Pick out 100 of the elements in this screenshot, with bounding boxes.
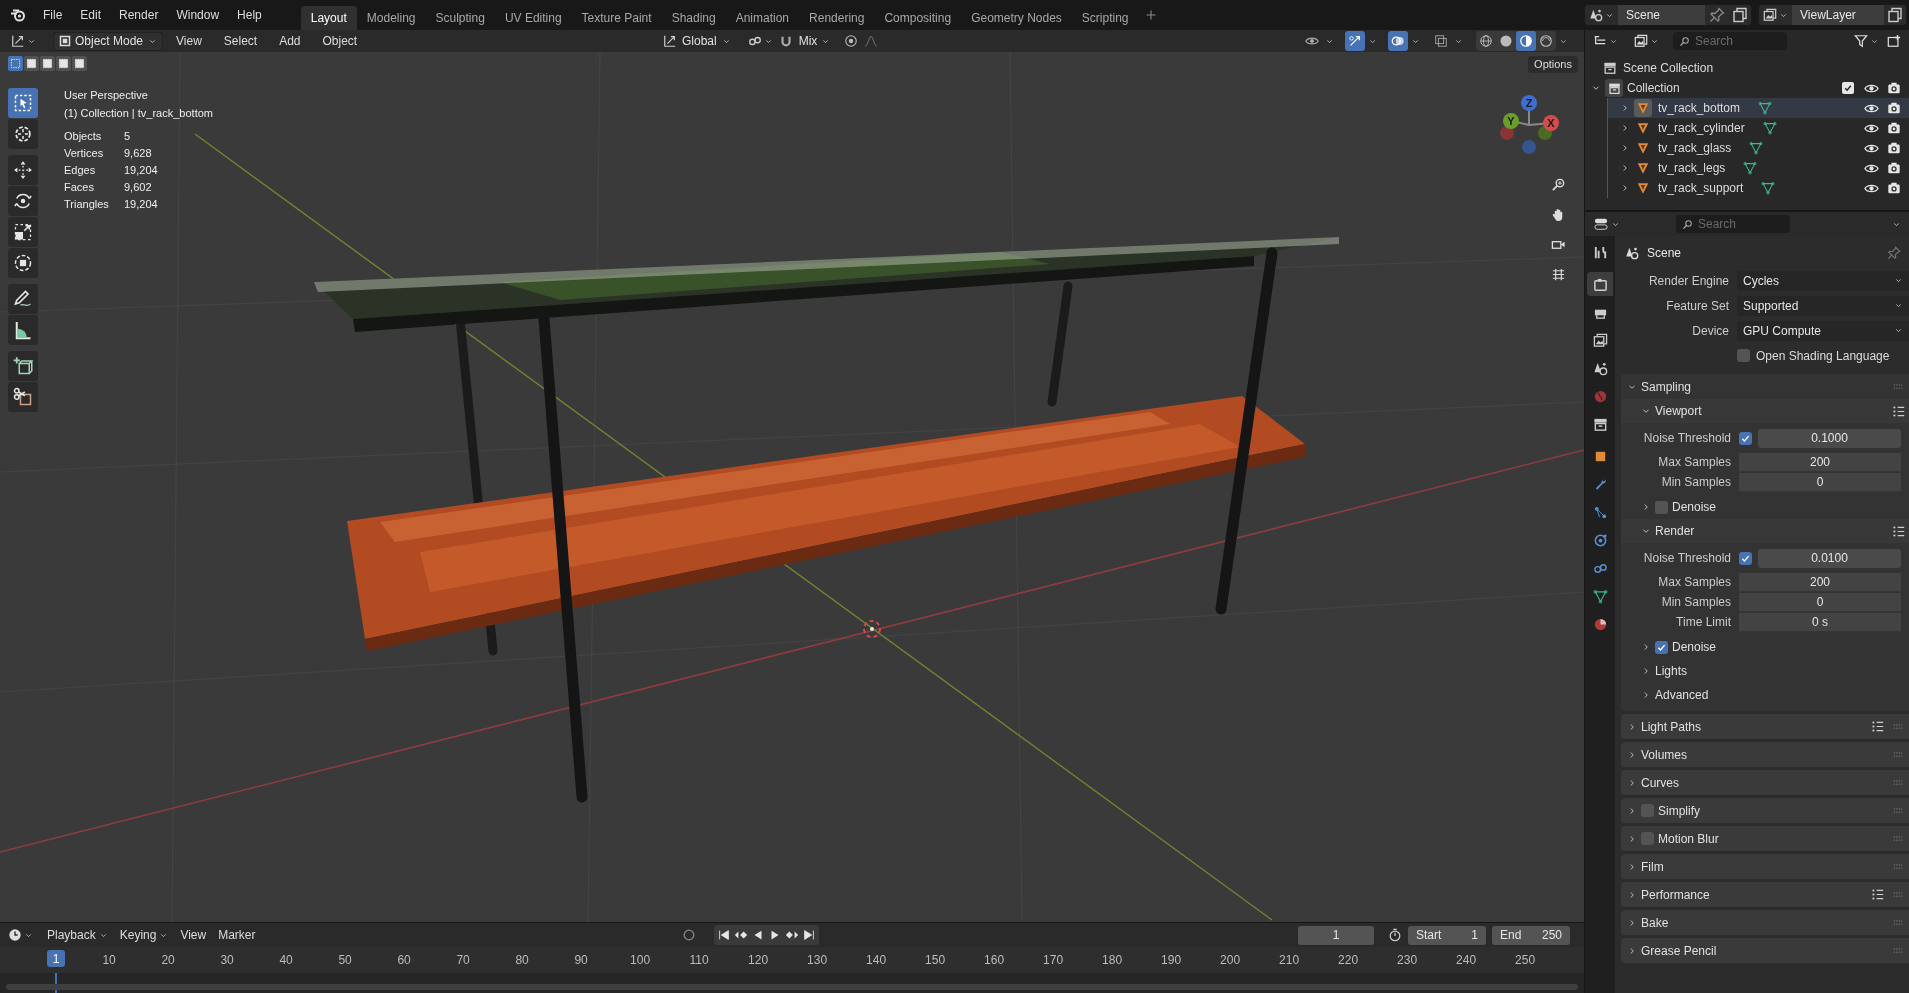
- jump-to-start-icon[interactable]: [716, 928, 731, 942]
- tool-button[interactable]: [8, 186, 38, 216]
- panel-header[interactable]: Denoise: [1621, 495, 1909, 519]
- menu-item[interactable]: Edit: [71, 4, 111, 26]
- negative-axis-handle[interactable]: [1522, 140, 1536, 154]
- camera-icon[interactable]: [1887, 81, 1901, 95]
- panel-header[interactable]: Viewport: [1621, 399, 1909, 423]
- orientation-dropdown[interactable]: Global: [660, 31, 734, 51]
- end-frame-field[interactable]: End 250: [1492, 925, 1570, 945]
- number-field[interactable]: 0.0100: [1758, 548, 1901, 568]
- workspace-tab[interactable]: Sculpting: [425, 6, 495, 30]
- jump-to-end-icon[interactable]: [801, 928, 816, 942]
- checkbox[interactable]: [1739, 431, 1752, 445]
- checkbox[interactable]: [1655, 500, 1668, 514]
- scrollbar[interactable]: [6, 984, 1578, 990]
- search-field[interactable]: Search: [1673, 32, 1787, 50]
- selection-mode-button[interactable]: [40, 56, 55, 71]
- panel-header[interactable]: Light Paths: [1621, 714, 1909, 739]
- dropdown[interactable]: Cycles: [1737, 270, 1909, 291]
- tool-button[interactable]: [8, 315, 38, 345]
- panel-header[interactable]: Advanced: [1621, 683, 1909, 707]
- toggle-button[interactable]: [1388, 31, 1408, 51]
- selection-mode-button[interactable]: [24, 56, 39, 71]
- new-collection-icon[interactable]: [1887, 34, 1901, 48]
- workspace-tab[interactable]: Shading: [661, 6, 726, 30]
- camera-icon[interactable]: [1887, 101, 1901, 115]
- search-field[interactable]: Search: [1676, 215, 1790, 233]
- workspace-tab[interactable]: Texture Paint: [571, 6, 662, 30]
- panel-header[interactable]: Lights: [1621, 659, 1909, 683]
- negative-axis-handle[interactable]: [1500, 126, 1514, 140]
- camera-icon[interactable]: [1887, 181, 1901, 195]
- checkbox[interactable]: [1842, 82, 1854, 94]
- dropdown[interactable]: GPU Compute: [1737, 320, 1909, 341]
- panel-header[interactable]: Motion Blur: [1621, 826, 1909, 851]
- snap-dropdown[interactable]: Mix: [798, 31, 831, 51]
- outliner-row[interactable]: tv_rack_support: [1608, 178, 1909, 198]
- checkbox[interactable]: [1655, 640, 1668, 654]
- falloff-icon[interactable]: [864, 34, 879, 48]
- number-field[interactable]: 0.1000: [1758, 428, 1901, 448]
- presets-icon[interactable]: [1871, 888, 1884, 901]
- panel-header[interactable]: Grease Pencil: [1621, 938, 1909, 963]
- presets-icon[interactable]: [1871, 720, 1884, 733]
- tree-item[interactable]: Scene Collection: [1623, 59, 1714, 77]
- tool-button[interactable]: [8, 155, 38, 185]
- editor-type-button[interactable]: [1593, 217, 1620, 231]
- properties-tab[interactable]: [1587, 272, 1613, 296]
- menu-item[interactable]: Keying: [113, 926, 175, 944]
- tool-button[interactable]: [8, 217, 38, 247]
- menu-item[interactable]: Help: [228, 4, 271, 26]
- panel-header[interactable]: Sampling: [1621, 374, 1909, 399]
- workspace-tab[interactable]: Geometry Nodes: [961, 6, 1072, 30]
- outliner-row[interactable]: tv_rack_glass: [1608, 138, 1909, 158]
- panel-header[interactable]: Performance: [1621, 882, 1909, 907]
- display-mode-button[interactable]: [1634, 34, 1659, 48]
- mesh-icon[interactable]: [1762, 121, 1777, 135]
- workspace-tab[interactable]: Compositing: [874, 6, 962, 30]
- axis-handle[interactable]: [1503, 113, 1519, 129]
- workspace-tab[interactable]: Layout: [300, 6, 357, 30]
- checkbox[interactable]: [1641, 804, 1654, 817]
- panel-header[interactable]: Volumes: [1621, 742, 1909, 767]
- camera-icon[interactable]: [1887, 141, 1901, 155]
- tool-button[interactable]: [8, 88, 38, 118]
- number-field[interactable]: 200: [1739, 572, 1901, 592]
- record-icon[interactable]: [681, 928, 696, 942]
- workspace-tab[interactable]: Animation: [725, 6, 800, 30]
- tree-item[interactable]: Collection: [1627, 79, 1680, 97]
- magnet-icon[interactable]: [778, 34, 793, 48]
- workspace-tab[interactable]: Modeling: [356, 6, 426, 30]
- panel-header[interactable]: Curves: [1621, 770, 1909, 795]
- menu-item[interactable]: Playback: [41, 926, 114, 944]
- logo-icon[interactable]: [10, 7, 26, 23]
- workspace-tab[interactable]: UV Editing: [494, 6, 572, 30]
- mesh-icon[interactable]: [1761, 181, 1776, 195]
- axis-handle[interactable]: [1543, 115, 1559, 131]
- menu-item[interactable]: Add: [270, 32, 310, 50]
- number-field[interactable]: 200: [1739, 452, 1901, 472]
- camera-icon[interactable]: [1887, 121, 1901, 135]
- panel-header[interactable]: Film: [1621, 854, 1909, 879]
- number-field[interactable]: 0: [1739, 472, 1901, 492]
- menu-item[interactable]: View: [174, 926, 213, 944]
- pin-icon[interactable]: [1887, 246, 1901, 260]
- mesh-icon[interactable]: [1743, 161, 1758, 175]
- panel-header[interactable]: Render: [1621, 519, 1909, 543]
- outliner-row[interactable]: tv_rack_legs: [1608, 158, 1909, 178]
- presets-icon[interactable]: [1892, 404, 1905, 418]
- menu-item[interactable]: File: [34, 4, 72, 26]
- panel-header[interactable]: Simplify: [1621, 798, 1909, 823]
- proportional-icon[interactable]: [844, 34, 859, 48]
- tool-button[interactable]: [8, 351, 38, 381]
- options-button[interactable]: Options: [1528, 56, 1578, 73]
- start-frame-field[interactable]: Start 1: [1408, 925, 1486, 945]
- toggle-button[interactable]: [1345, 31, 1365, 51]
- presets-icon[interactable]: [1892, 524, 1905, 538]
- workspace-tab[interactable]: Scripting: [1071, 6, 1139, 30]
- mode-dropdown[interactable]: Object Mode: [53, 31, 163, 51]
- panel-header[interactable]: Bake: [1621, 910, 1909, 935]
- workspace-tab[interactable]: Rendering: [799, 6, 875, 30]
- number-field[interactable]: 0: [1739, 592, 1901, 612]
- selection-mode-button[interactable]: [72, 56, 87, 71]
- outliner-row[interactable]: tv_rack_cylinder: [1608, 118, 1909, 138]
